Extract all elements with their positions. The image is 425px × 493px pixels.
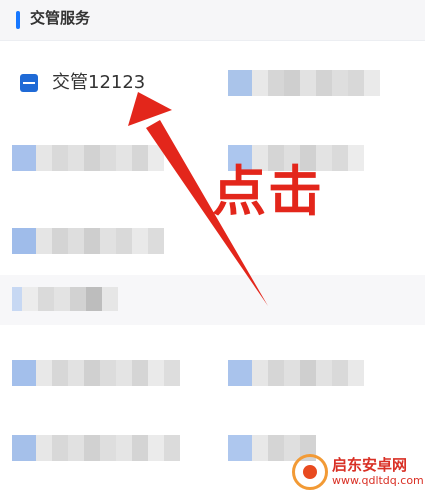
watermark-site-url: www.qdltdq.com	[332, 474, 424, 487]
annotation-click-text: 点击	[212, 160, 324, 223]
annotation-arrow	[128, 92, 268, 306]
watermark-logo-icon	[292, 454, 328, 490]
site-watermark: 启东安卓网 www.qdltdq.com	[292, 450, 425, 493]
arrow-head	[128, 92, 172, 126]
watermark-site-name: 启东安卓网	[332, 456, 408, 474]
